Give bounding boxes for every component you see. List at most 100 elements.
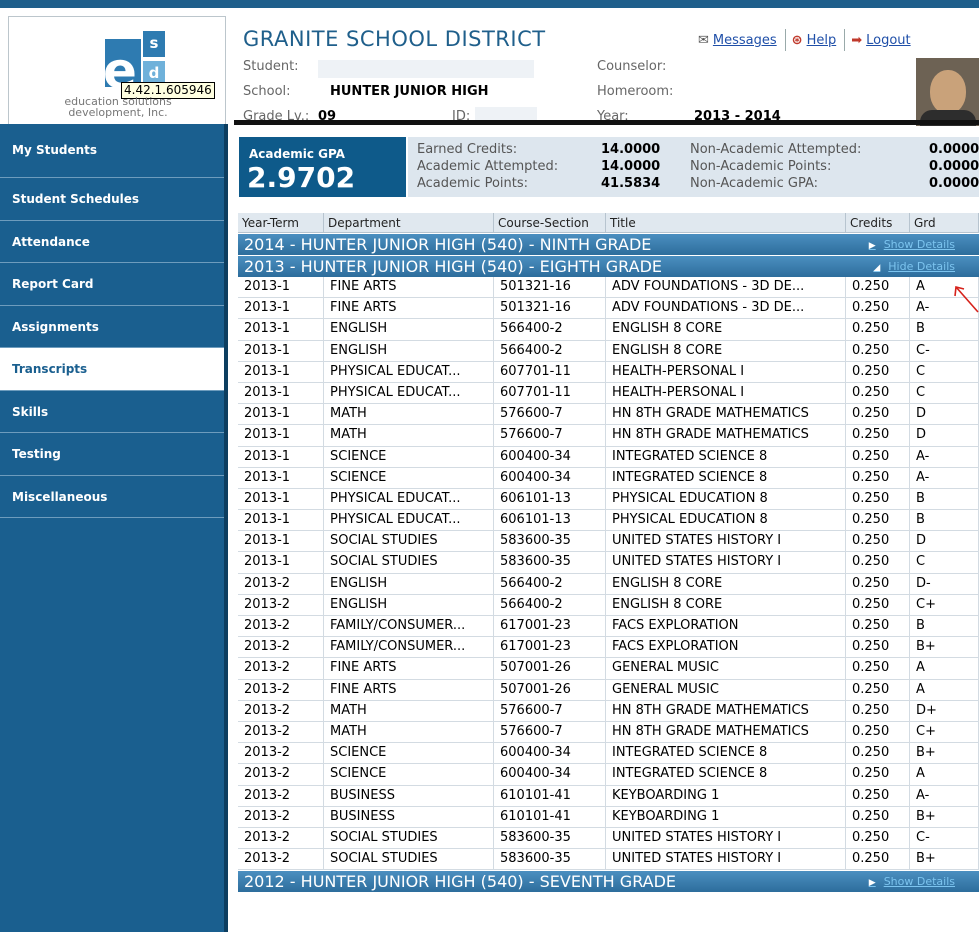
cell-title: INTEGRATED SCIENCE 8 (606, 764, 846, 785)
show-details-label[interactable]: Show Details (884, 875, 955, 888)
cell-department: FINE ARTS (324, 298, 494, 319)
show-details-link-2012[interactable]: ▶ Show Details (869, 871, 955, 894)
cell-year-term: 2013-2 (238, 679, 324, 700)
col-title[interactable]: Title (606, 213, 846, 232)
cell-department: BUSINESS (324, 806, 494, 827)
cell-title: ENGLISH 8 CORE (606, 594, 846, 615)
nonacademic-attempted-label: Non-Academic Attempted: (690, 142, 862, 157)
cell-course-section: 610101-41 (494, 806, 606, 827)
collapse-triangle-icon: ◢ (873, 263, 881, 273)
cell-title: ADV FOUNDATIONS - 3D DE... (606, 277, 846, 298)
table-row: 2013-2 BUSINESS 610101-41 KEYBOARDING 1 0.25… (238, 785, 979, 807)
cell-title: INTEGRATED SCIENCE 8 (606, 467, 846, 488)
sidebar-item-miscellaneous[interactable]: Miscellaneous (0, 475, 224, 518)
sidebar-item-my-students[interactable]: My Students (0, 124, 224, 178)
messages-link-label[interactable]: Messages (713, 33, 777, 48)
cell-title: UNITED STATES HISTORY I (606, 552, 846, 573)
cell-department: SOCIAL STUDIES (324, 552, 494, 573)
col-department[interactable]: Department (324, 213, 494, 232)
cell-department: SCIENCE (324, 743, 494, 764)
cell-grade: C (910, 552, 979, 573)
sidebar-item-attendance[interactable]: Attendance (0, 220, 224, 263)
col-year-term[interactable]: Year-Term (238, 213, 324, 232)
table-row: 2013-2 ENGLISH 566400-2 ENGLISH 8 CORE 0.250… (238, 573, 979, 595)
cell-course-section: 610101-41 (494, 785, 606, 806)
expand-triangle-icon: ▶ (868, 878, 876, 889)
cell-credits: 0.250 (846, 277, 910, 298)
cell-title: UNITED STATES HISTORY I (606, 531, 846, 552)
help-link-label[interactable]: Help (807, 33, 837, 48)
cell-grade: B (910, 488, 979, 510)
cell-department: FINE ARTS (324, 658, 494, 679)
cell-title: FACS EXPLORATION (606, 637, 846, 658)
cell-year-term: 2013-1 (238, 488, 324, 510)
cell-credits: 0.250 (846, 658, 910, 679)
cell-credits: 0.250 (846, 849, 910, 870)
cell-grade: A- (910, 446, 979, 467)
cell-year-term: 2013-2 (238, 616, 324, 637)
table-row: 2013-2 MATH 576600-7 HN 8TH GRADE MATHEMATI… (238, 721, 979, 744)
show-details-link-2014[interactable]: ▶ Show Details (869, 234, 955, 257)
cell-department: SOCIAL STUDIES (324, 849, 494, 870)
table-row: 2013-2 FAMILY/CONSUMER... 617001-23 FACS EX… (238, 616, 979, 638)
cell-course-section: 607701-11 (494, 382, 606, 404)
cell-year-term: 2013-2 (238, 721, 324, 743)
sidebar-item-transcripts[interactable]: Transcripts (0, 348, 224, 391)
cell-title: FACS EXPLORATION (606, 616, 846, 637)
student-name-redacted (318, 60, 534, 78)
logout-link[interactable]: ➡ Logout (845, 29, 918, 51)
sidebar-item-report-card[interactable]: Report Card (0, 263, 224, 306)
transcript-column-header: Year-Term Department Course-Section Titl… (238, 213, 979, 233)
cell-department: ENGLISH (324, 319, 494, 340)
nonacademic-attempted-value: 0.0000 (929, 142, 979, 157)
sidebar: My Students Student Schedules Attendance… (0, 124, 228, 932)
cell-title: HN 8TH GRADE MATHEMATICS (606, 404, 846, 425)
cell-title: INTEGRATED SCIENCE 8 (606, 743, 846, 764)
cell-department: SCIENCE (324, 467, 494, 488)
show-details-label[interactable]: Show Details (884, 238, 955, 251)
cell-department: ENGLISH (324, 573, 494, 594)
cell-grade: A (910, 658, 979, 679)
cell-credits: 0.250 (846, 806, 910, 827)
cell-year-term: 2013-2 (238, 806, 324, 827)
table-row: 2013-2 BUSINESS 610101-41 KEYBOARDING 1 0.25… (238, 806, 979, 828)
sidebar-item-student-schedules[interactable]: Student Schedules (0, 178, 224, 221)
cell-course-section: 606101-13 (494, 510, 606, 531)
cell-grade: C+ (910, 721, 979, 743)
col-grade[interactable]: Grd (910, 213, 979, 232)
logout-link-label[interactable]: Logout (866, 33, 911, 48)
cell-year-term: 2013-2 (238, 827, 324, 849)
cell-grade: D+ (910, 700, 979, 721)
col-course-section[interactable]: Course-Section (494, 213, 606, 232)
cell-grade: B+ (910, 637, 979, 658)
cell-grade: A (910, 764, 979, 785)
sidebar-item-skills[interactable]: Skills (0, 390, 224, 433)
table-row: 2013-2 SCIENCE 600400-34 INTEGRATED SCIENCE… (238, 743, 979, 765)
cell-credits: 0.250 (846, 827, 910, 849)
cell-grade: C (910, 382, 979, 404)
cell-credits: 0.250 (846, 764, 910, 785)
cell-credits: 0.250 (846, 552, 910, 573)
cell-course-section: 600400-34 (494, 743, 606, 764)
help-link[interactable]: ⊛ Help (786, 29, 846, 51)
hide-details-label[interactable]: Hide Details (888, 260, 955, 273)
lifebuoy-icon: ⊛ (791, 32, 803, 48)
nonacademic-points-label: Non-Academic Points: (690, 159, 832, 174)
hide-details-link-2013[interactable]: ◢ Hide Details (873, 256, 955, 279)
cell-department: FINE ARTS (324, 679, 494, 700)
sidebar-item-testing[interactable]: Testing (0, 433, 224, 476)
col-credits[interactable]: Credits (846, 213, 910, 232)
cell-year-term: 2013-1 (238, 361, 324, 382)
cell-course-section: 600400-34 (494, 446, 606, 467)
sidebar-item-assignments[interactable]: Assignments (0, 305, 224, 348)
table-row: 2013-1 MATH 576600-7 HN 8TH GRADE MATHEMATI… (238, 425, 979, 447)
logo-company-line-2: development, Inc. (68, 106, 168, 119)
cell-course-section: 576600-7 (494, 721, 606, 743)
cell-grade: C- (910, 340, 979, 361)
cell-credits: 0.250 (846, 510, 910, 531)
cell-grade: C+ (910, 594, 979, 615)
logout-icon: ➡ (851, 32, 863, 48)
cell-year-term: 2013-1 (238, 404, 324, 425)
cell-credits: 0.250 (846, 298, 910, 319)
messages-link[interactable]: ✉ Messages (692, 29, 786, 51)
